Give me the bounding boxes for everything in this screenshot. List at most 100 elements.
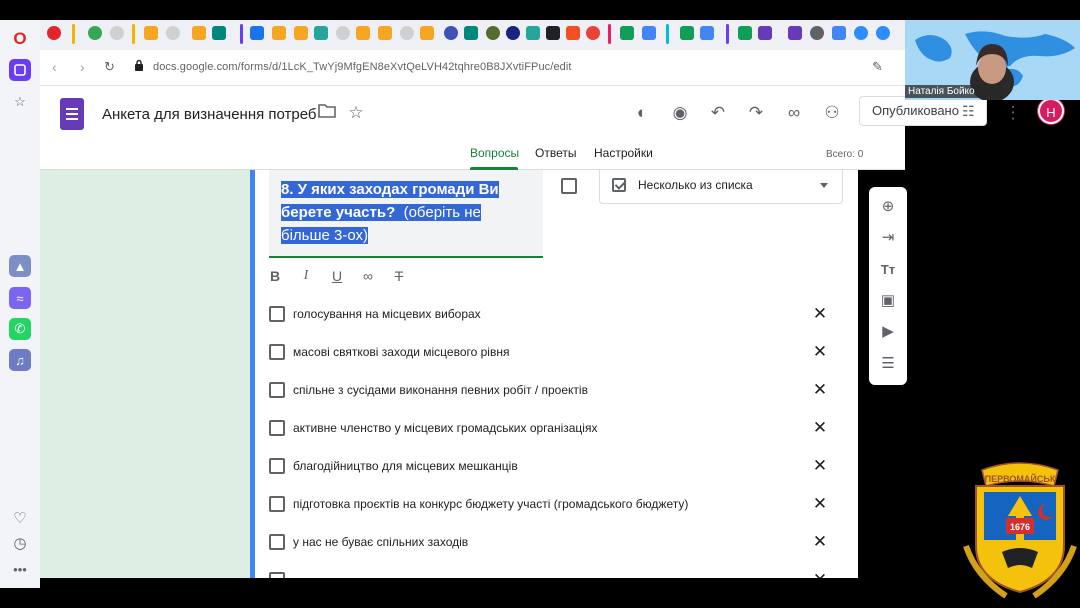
preview-eye-icon[interactable]: ◉ [669, 102, 691, 124]
whatsapp-icon[interactable]: ✆ [9, 318, 31, 340]
remove-option-icon[interactable]: ✕ [810, 456, 830, 476]
tab-favicon[interactable] [336, 26, 350, 40]
forms-logo-icon[interactable] [60, 98, 84, 130]
published-button[interactable]: Опубликовано ☷ [859, 96, 987, 126]
question-card[interactable]: 8. У яких заходах громади Ви берете учас… [250, 170, 858, 578]
question-type-select[interactable]: Несколько из списка [599, 170, 843, 204]
redo-icon[interactable]: ↷ [745, 102, 767, 124]
remove-option-icon[interactable]: ✕ [810, 532, 830, 552]
undo-icon[interactable]: ↶ [707, 102, 729, 124]
add-image-icon[interactable]: ▣ [878, 291, 898, 311]
tab-favicon[interactable] [250, 26, 264, 40]
tab-favicon[interactable] [876, 26, 890, 40]
opera-logo-icon[interactable]: O [9, 28, 31, 50]
option-label[interactable]: спільне з сусідами виконання певних робі… [293, 383, 588, 397]
tab-favicon[interactable] [680, 26, 694, 40]
home-icon[interactable] [9, 59, 31, 81]
link-icon[interactable]: ∞ [358, 266, 378, 286]
avatar[interactable]: Н [1038, 98, 1064, 124]
tab-favicon[interactable] [378, 26, 392, 40]
tab-opera-icon[interactable] [47, 26, 61, 40]
tab-favicon[interactable] [526, 26, 540, 40]
forward-icon[interactable]: › [80, 59, 85, 75]
more-vert-icon[interactable]: ⋮ [1002, 102, 1024, 124]
option-row[interactable]: активне членство у місцевих громадських … [269, 418, 829, 440]
bold-icon[interactable]: B [265, 266, 285, 286]
doc-title[interactable]: Анкета для визначення потреб [102, 106, 317, 123]
tab-forms-active[interactable] [758, 26, 772, 40]
back-icon[interactable]: ‹ [52, 59, 57, 75]
tab-favicon[interactable] [566, 26, 580, 40]
import-questions-icon[interactable]: ⇥ [878, 228, 898, 248]
option-row[interactable]: підготовка проєктів на конкурс бюджету у… [269, 494, 829, 516]
tab-favicon[interactable] [166, 26, 180, 40]
more-icon[interactable]: ••• [9, 558, 31, 580]
tab-favicon[interactable] [586, 26, 600, 40]
underline-icon[interactable]: U [327, 266, 347, 286]
star-icon[interactable]: ☆ [9, 91, 31, 113]
tab-favicon[interactable] [620, 26, 634, 40]
remove-option-icon[interactable]: ✕ [810, 342, 830, 362]
tab-favicon[interactable] [192, 26, 206, 40]
tab-favicon[interactable] [444, 26, 458, 40]
tab-favicon[interactable] [400, 26, 414, 40]
option-label[interactable]: у нас не буває спільних заходів [293, 535, 468, 549]
option-row[interactable]: спільне з сусідами виконання певних робі… [269, 380, 829, 402]
option-label[interactable]: підготовка проєктів на конкурс бюджету у… [293, 497, 688, 511]
tab-favicon[interactable] [314, 26, 328, 40]
option-label[interactable]: благодійництво для місцевих мешканців [293, 459, 518, 473]
option-label[interactable]: голосування на місцевих виборах [293, 307, 481, 321]
add-question-icon[interactable]: ⊕ [878, 197, 898, 217]
tab-favicon[interactable] [700, 26, 714, 40]
tab-favicon[interactable] [212, 26, 226, 40]
tab-favicon[interactable] [294, 26, 308, 40]
tab-favicon[interactable] [788, 26, 802, 40]
tab-favicon[interactable] [546, 26, 560, 40]
add-collaborator-icon[interactable]: ⚇ [821, 102, 843, 124]
tab-settings[interactable]: Настройки [594, 146, 653, 160]
tab-favicon[interactable] [420, 26, 434, 40]
option-row[interactable]: благодійництво для місцевих мешканців ✕ [269, 456, 829, 478]
add-section-icon[interactable]: ☰ [878, 354, 898, 374]
remove-option-icon[interactable]: ✕ [810, 570, 830, 578]
heart-icon[interactable]: ♡ [9, 507, 31, 529]
tab-favicon[interactable] [144, 26, 158, 40]
tab-favicon[interactable] [272, 26, 286, 40]
tab-favicon[interactable] [88, 26, 102, 40]
italic-icon[interactable]: I [296, 266, 316, 286]
add-title-icon[interactable]: Tт [878, 260, 898, 280]
option-label[interactable]: активне членство у місцевих громадських … [293, 421, 597, 435]
history-icon[interactable]: ◷ [9, 532, 31, 554]
tab-favicon[interactable] [738, 26, 752, 40]
remove-option-icon[interactable]: ✕ [810, 304, 830, 324]
option-label[interactable]: масові святкові заходи місцевого рівня [293, 345, 509, 359]
tab-favicon[interactable] [642, 26, 656, 40]
music-icon[interactable]: ♫ [9, 349, 31, 371]
aria-icon[interactable]: ▲ [9, 255, 31, 277]
url-text[interactable]: docs.google.com/forms/d/1LcK_TwYj9MfgEN8… [153, 61, 572, 73]
option-row[interactable]: у нас не буває спільних заходів ✕ [269, 532, 829, 554]
remove-option-icon[interactable]: ✕ [810, 418, 830, 438]
tab-questions[interactable]: Вопросы [470, 146, 519, 170]
folder-icon[interactable] [316, 102, 338, 124]
edit-page-icon[interactable]: ✎ [872, 59, 883, 75]
link-icon[interactable]: ∞ [783, 102, 805, 124]
remove-option-icon[interactable]: ✕ [810, 494, 830, 514]
option-row[interactable]: голосування на місцевих виборах ✕ [269, 304, 829, 326]
tab-favicon[interactable] [854, 26, 868, 40]
option-row[interactable]: масові святкові заходи місцевого рівня ✕ [269, 342, 829, 364]
palette-icon[interactable]: ◐ [631, 102, 653, 124]
star-icon[interactable]: ☆ [345, 102, 367, 124]
tab-favicon[interactable] [832, 26, 846, 40]
messenger-icon[interactable]: ≈ [9, 287, 31, 309]
remove-option-icon[interactable]: ✕ [810, 380, 830, 400]
reload-icon[interactable]: ↻ [104, 59, 115, 75]
add-video-icon[interactable]: ▶ [878, 322, 898, 342]
option-row-partial[interactable]: ✕ [269, 570, 829, 578]
clear-format-icon[interactable]: T [389, 266, 409, 286]
question-title-field[interactable]: 8. У яких заходах громади Ви берете учас… [269, 170, 543, 258]
add-image-icon[interactable] [561, 178, 577, 194]
tab-favicon[interactable] [810, 26, 824, 40]
tab-favicon[interactable] [356, 26, 370, 40]
tab-favicon[interactable] [110, 26, 124, 40]
